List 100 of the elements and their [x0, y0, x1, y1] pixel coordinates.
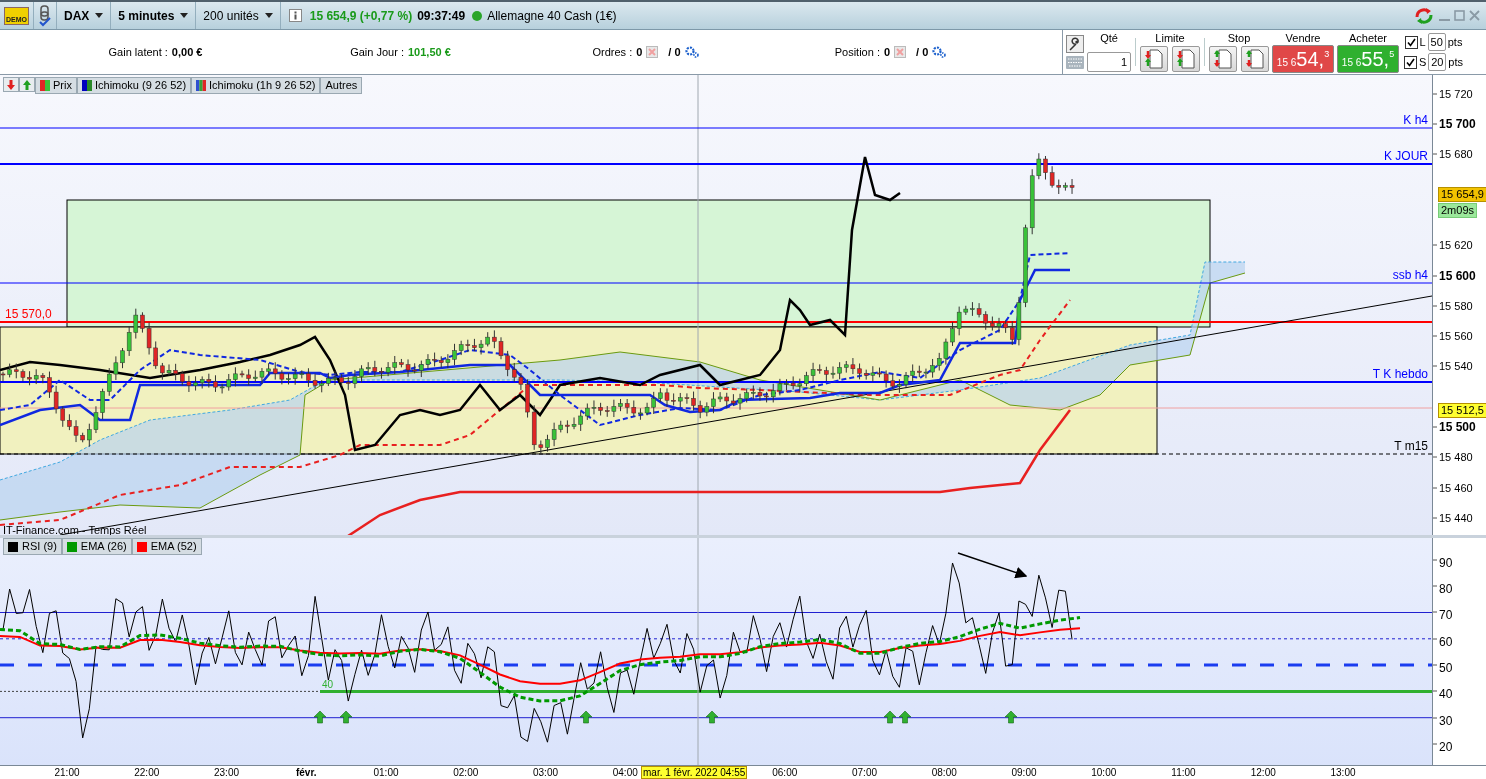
price-tick-label: 15 600 [1439, 269, 1476, 283]
rsi-tick-label: 60 [1439, 635, 1453, 649]
time-tick-label: 11:00 [1171, 766, 1196, 779]
buy-label: Acheter [1349, 32, 1387, 44]
instrument-dropdown[interactable]: DAX [64, 8, 104, 23]
limit-order-button[interactable] [1172, 46, 1200, 72]
legend-swatch-icon [40, 80, 50, 91]
time-tick-label: 10:00 [1091, 766, 1117, 779]
time-tick-label: 09:00 [1011, 766, 1037, 779]
position-label: Position : [834, 46, 880, 58]
quantity-field[interactable]: 1 [1087, 52, 1131, 72]
stop-label: Stop [1227, 32, 1251, 44]
time-tick-label: févr. [295, 766, 317, 779]
legend-swatch-icon [196, 80, 207, 91]
orders-total: / 0 [668, 46, 681, 58]
time-tick-label: 12:00 [1250, 766, 1276, 779]
price-tick-label: 15 560 [1439, 329, 1473, 343]
rsi-tick-label: 50 [1439, 661, 1453, 675]
link-icon[interactable] [38, 4, 52, 27]
arrow-up-icon [579, 710, 593, 724]
annotation-arrow [957, 552, 1028, 579]
settings-icon[interactable] [932, 46, 947, 58]
time-tick-label: 08:00 [931, 766, 957, 779]
timeframe-dropdown[interactable]: 5 minutes [118, 8, 189, 23]
level-label: ssb h4 [1392, 269, 1428, 282]
gain-latent-value: 0,00 € [171, 46, 203, 58]
time-tick-label: 23:00 [214, 766, 239, 779]
arrow-up-icon [705, 710, 719, 724]
time-tick-label: 02:00 [453, 766, 479, 779]
gain-jour-label: Gain Jour : [350, 46, 404, 58]
price-tick-label: 15 580 [1439, 299, 1473, 313]
caret-icon [95, 13, 104, 18]
time-tick-label: 13:00 [1330, 766, 1356, 779]
limit-order-button[interactable] [1140, 46, 1168, 72]
stop-order-button[interactable] [1241, 46, 1269, 72]
level-label: T K hebdo [1372, 368, 1428, 381]
clock-time: 09:37:49 [417, 8, 466, 23]
price-badge: 15 654,9 [1438, 187, 1486, 202]
legend-item[interactable]: Prix [35, 77, 77, 94]
legend-item[interactable]: EMA (52) [131, 538, 202, 555]
add-indicator-button[interactable] [19, 77, 35, 92]
price-tick-label: 15 500 [1439, 420, 1476, 434]
distance-letter: L [1419, 36, 1426, 48]
wrench-icon[interactable] [1066, 35, 1084, 53]
rsi-tick-label: 70 [1439, 608, 1453, 622]
level-label: K h4 [1403, 114, 1428, 127]
price-tick-label: 15 540 [1439, 359, 1473, 373]
gain-jour-value: 101,50 € [408, 46, 451, 58]
level-label: K JOUR [1384, 150, 1428, 163]
arrow-up-icon [22, 79, 32, 90]
level-label: T m15 [1394, 440, 1428, 453]
rsi-tick-label: 40 [1439, 687, 1453, 701]
distance-field[interactable]: 20 [1428, 53, 1447, 71]
legend-item[interactable]: Ichimoku (9 26 52) [76, 77, 192, 94]
time-tick-label: 04:00 [612, 766, 638, 779]
distance-unit: pts [1447, 36, 1463, 48]
distance-checkbox[interactable] [1404, 55, 1417, 69]
orders-label: Ordres : [592, 46, 633, 58]
arrow-down-icon [6, 79, 16, 90]
price-tick-label: 15 460 [1439, 481, 1473, 495]
price-tick-label: 15 680 [1439, 147, 1473, 161]
rsi-tick-label: 30 [1439, 714, 1453, 728]
level-label: 40 [322, 679, 334, 690]
legend-item[interactable]: Autres [320, 77, 363, 94]
arrow-up-icon [898, 710, 912, 724]
legend-item[interactable]: RSI (9) [3, 538, 62, 555]
price-tick-label: 15 440 [1439, 511, 1473, 525]
quote-text: 15 654,9 (+0,77 %) [309, 8, 413, 23]
legend-item[interactable]: EMA (26) [61, 538, 132, 555]
units-dropdown[interactable]: 200 unités [203, 8, 273, 23]
distance-field[interactable]: 50 [1427, 33, 1446, 51]
time-tick-label: 07:00 [852, 766, 877, 779]
time-tick-label: 03:00 [533, 766, 558, 779]
arrow-up-icon [339, 710, 353, 724]
position-count: 0 [883, 46, 891, 58]
price-tick-label: 15 480 [1439, 450, 1473, 464]
time-tick-label: 21:00 [54, 766, 80, 779]
info-icon[interactable] [288, 9, 302, 22]
distance-checkbox[interactable] [1404, 35, 1418, 49]
market-name: Allemagne 40 Cash (1€) [487, 8, 617, 23]
position-total: / 0 [916, 46, 929, 58]
time-tick-label: 01:00 [373, 766, 399, 779]
arrow-up-icon [883, 710, 897, 724]
quantity-label: Qté [1100, 32, 1118, 44]
remove-indicator-button[interactable] [3, 77, 19, 92]
stop-order-button[interactable] [1209, 46, 1237, 72]
price-badge: 2m09s [1438, 203, 1478, 218]
distance-unit: pts [1448, 56, 1464, 68]
arrow-up-icon [313, 710, 327, 724]
limit-label: Limite [1155, 32, 1185, 44]
arrow-up-icon [1004, 710, 1018, 724]
orders-count: 0 [636, 46, 643, 58]
rsi-tick-label: 20 [1439, 740, 1453, 754]
legend-swatch-icon [81, 80, 92, 91]
caret-icon [180, 13, 189, 18]
sell-label: Vendre [1285, 32, 1321, 44]
settings-icon[interactable] [684, 46, 699, 58]
legend-item[interactable]: Ichimoku (1h 9 26 52) [191, 77, 321, 94]
price-tick-label: 15 720 [1439, 87, 1473, 101]
caret-icon [264, 13, 273, 18]
